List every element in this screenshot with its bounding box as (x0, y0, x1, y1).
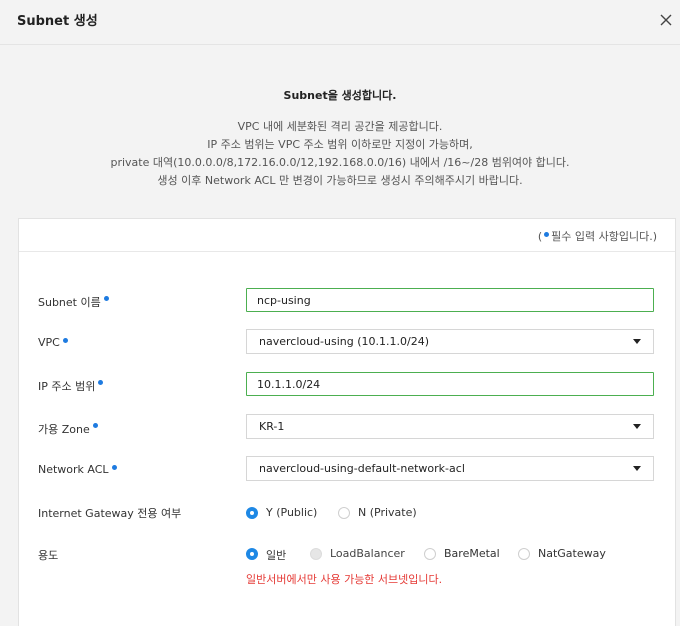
ip-range-label: IP 주소 범위 (38, 378, 104, 394)
required-note: ( 필수 입력 사항입니다.) (538, 228, 657, 244)
network-acl-select[interactable]: navercloud-using-default-network-acl (246, 456, 654, 481)
intro-line: IP 주소 범위는 VPC 주소 범위 이하로만 지정이 가능하며, (207, 138, 473, 151)
zone-label: 가용 Zone (38, 421, 98, 437)
subnet-name-label-text: Subnet 이름 (38, 296, 101, 309)
subnet-name-label: Subnet 이름 (38, 294, 109, 310)
form-panel-header: ( 필수 입력 사항입니다.) (19, 219, 675, 252)
usage-warning-text: 일반서버에서만 사용 가능한 서브넷입니다. (246, 573, 443, 586)
required-note-prefix: ( (537, 230, 543, 243)
intro-description: VPC 내에 세분화된 격리 공간을 제공합니다. IP 주소 범위는 VPC … (0, 118, 680, 190)
network-acl-select-value: navercloud-using-default-network-acl (259, 462, 465, 475)
vpc-select[interactable]: navercloud-using (10.1.1.0/24) (246, 329, 654, 354)
zone-select-value: KR-1 (259, 420, 285, 433)
radio-public-label: Y (Public) (266, 506, 318, 519)
zone-select[interactable]: KR-1 (246, 414, 654, 439)
network-acl-label: Network ACL (38, 463, 117, 476)
caret-down-icon (633, 466, 641, 471)
caret-down-icon (633, 339, 641, 344)
required-dot-icon (62, 338, 68, 343)
internet-gateway-label: Internet Gateway 전용 여부 (38, 507, 182, 520)
radio-natgateway-label: NatGateway (538, 547, 606, 560)
radio-general-label: 일반 (266, 549, 287, 562)
vpc-label-text: VPC (38, 336, 60, 349)
vpc-select-value: navercloud-using (10.1.1.0/24) (259, 335, 430, 348)
vpc-label: VPC (38, 336, 68, 349)
dialog-title: Subnet 생성 (17, 14, 98, 29)
usage-label: 용도 (38, 549, 59, 562)
required-dot-icon (103, 296, 109, 301)
dialog-header: Subnet 생성 (0, 0, 680, 45)
radio-unchecked-icon (338, 507, 350, 519)
radio-private-label: N (Private) (358, 506, 417, 519)
network-acl-label-text: Network ACL (38, 463, 109, 476)
caret-down-icon (633, 424, 641, 429)
intro-line: private 대역(10.0.0.0/8,172.16.0.0/12,192.… (110, 156, 570, 169)
zone-label-text: 가용 Zone (38, 423, 90, 436)
required-dot-icon (98, 380, 104, 385)
required-note-text: 필수 입력 사항입니다.) (551, 230, 657, 243)
required-dot-icon (92, 423, 98, 428)
ip-range-label-text: IP 주소 범위 (38, 380, 96, 393)
required-dot-icon (544, 232, 550, 237)
required-dot-icon (111, 465, 117, 470)
radio-checked-icon (246, 507, 258, 519)
intro-line: VPC 내에 세분화된 격리 공간을 제공합니다. (237, 120, 443, 133)
radio-disabled-icon (310, 548, 322, 560)
close-icon[interactable] (658, 12, 674, 28)
intro-line: 생성 이후 Network ACL 만 변경이 가능하므로 생성시 주의해주시기… (157, 174, 523, 187)
subnet-name-input[interactable] (246, 288, 654, 312)
radio-loadbalancer-label: LoadBalancer (330, 547, 405, 560)
radio-unchecked-icon (424, 548, 436, 560)
form-panel: ( 필수 입력 사항입니다.) Subnet 이름 VPC navercloud-… (18, 218, 676, 626)
intro-heading: Subnet을 생성합니다. (283, 89, 397, 102)
radio-unchecked-icon (518, 548, 530, 560)
radio-baremetal-label: BareMetal (444, 547, 500, 560)
radio-checked-icon (246, 548, 258, 560)
ip-range-input[interactable] (246, 372, 654, 396)
